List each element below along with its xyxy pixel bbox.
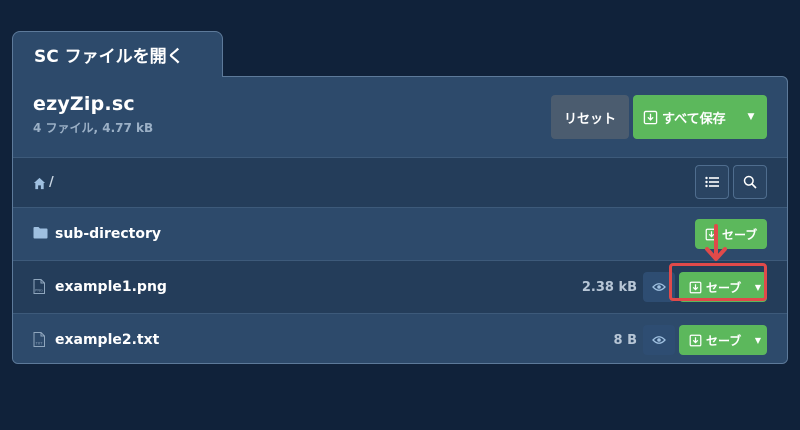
file-icon: PNG <box>33 279 45 294</box>
archive-summary: 4 ファイル, 4.77 kB <box>33 121 154 135</box>
breadcrumb-path: / <box>49 175 54 190</box>
search-button[interactable] <box>733 165 767 199</box>
open-sc-file-tab[interactable]: SC ファイルを開く <box>12 31 223 77</box>
archive-name: ezyZip.sc <box>33 93 135 115</box>
list-icon <box>705 176 719 188</box>
preview-button[interactable] <box>643 325 675 355</box>
file-browser-panel: ezyZip.sc 4 ファイル, 4.77 kB リセット すべて保存 ▼ / <box>12 76 788 364</box>
save-all-button[interactable]: すべて保存 ▼ <box>633 95 767 139</box>
list-view-button[interactable] <box>695 165 729 199</box>
item-name[interactable]: example1.png <box>55 279 167 295</box>
reset-button-label: リセット <box>563 111 616 127</box>
search-icon <box>743 175 757 189</box>
folder-icon <box>33 227 48 239</box>
save-button[interactable]: セーブ ▼ <box>679 325 767 355</box>
arrow-down-icon <box>705 224 727 261</box>
file-size: 8 B <box>613 333 637 348</box>
breadcrumb: / <box>13 157 787 208</box>
list-item[interactable]: TXT example2.txt 8 B セーブ ▼ <box>13 314 787 363</box>
reset-button[interactable]: リセット <box>551 95 629 139</box>
save-button-label: セーブ <box>706 333 742 348</box>
save-button-label: セーブ <box>706 280 742 295</box>
list-item[interactable]: PNG example1.png 2.38 kB セーブ ▼ <box>13 261 787 314</box>
eye-icon <box>652 283 666 291</box>
file-size: 2.38 kB <box>581 280 637 295</box>
archive-header: ezyZip.sc 4 ファイル, 4.77 kB リセット すべて保存 ▼ <box>13 77 787 157</box>
download-icon <box>689 334 702 346</box>
tab-label: SC ファイルを開く <box>34 47 184 67</box>
home-icon[interactable] <box>33 177 46 190</box>
download-icon <box>643 110 658 124</box>
download-icon <box>689 281 702 293</box>
save-all-label: すべて保存 <box>662 111 726 127</box>
save-button[interactable]: セーブ ▼ <box>679 272 767 302</box>
eye-icon <box>652 336 666 344</box>
caret-down-icon[interactable]: ▼ <box>749 272 767 302</box>
file-icon: TXT <box>33 332 45 347</box>
caret-down-icon[interactable]: ▼ <box>749 325 767 355</box>
item-name[interactable]: sub-directory <box>55 226 161 242</box>
caret-down-icon[interactable]: ▼ <box>735 95 767 139</box>
file-type-label: PNG <box>35 289 43 293</box>
item-name[interactable]: example2.txt <box>55 332 159 348</box>
preview-button[interactable] <box>643 272 675 302</box>
file-type-label: TXT <box>35 342 44 346</box>
list-item[interactable]: sub-directory セーブ <box>13 208 787 261</box>
